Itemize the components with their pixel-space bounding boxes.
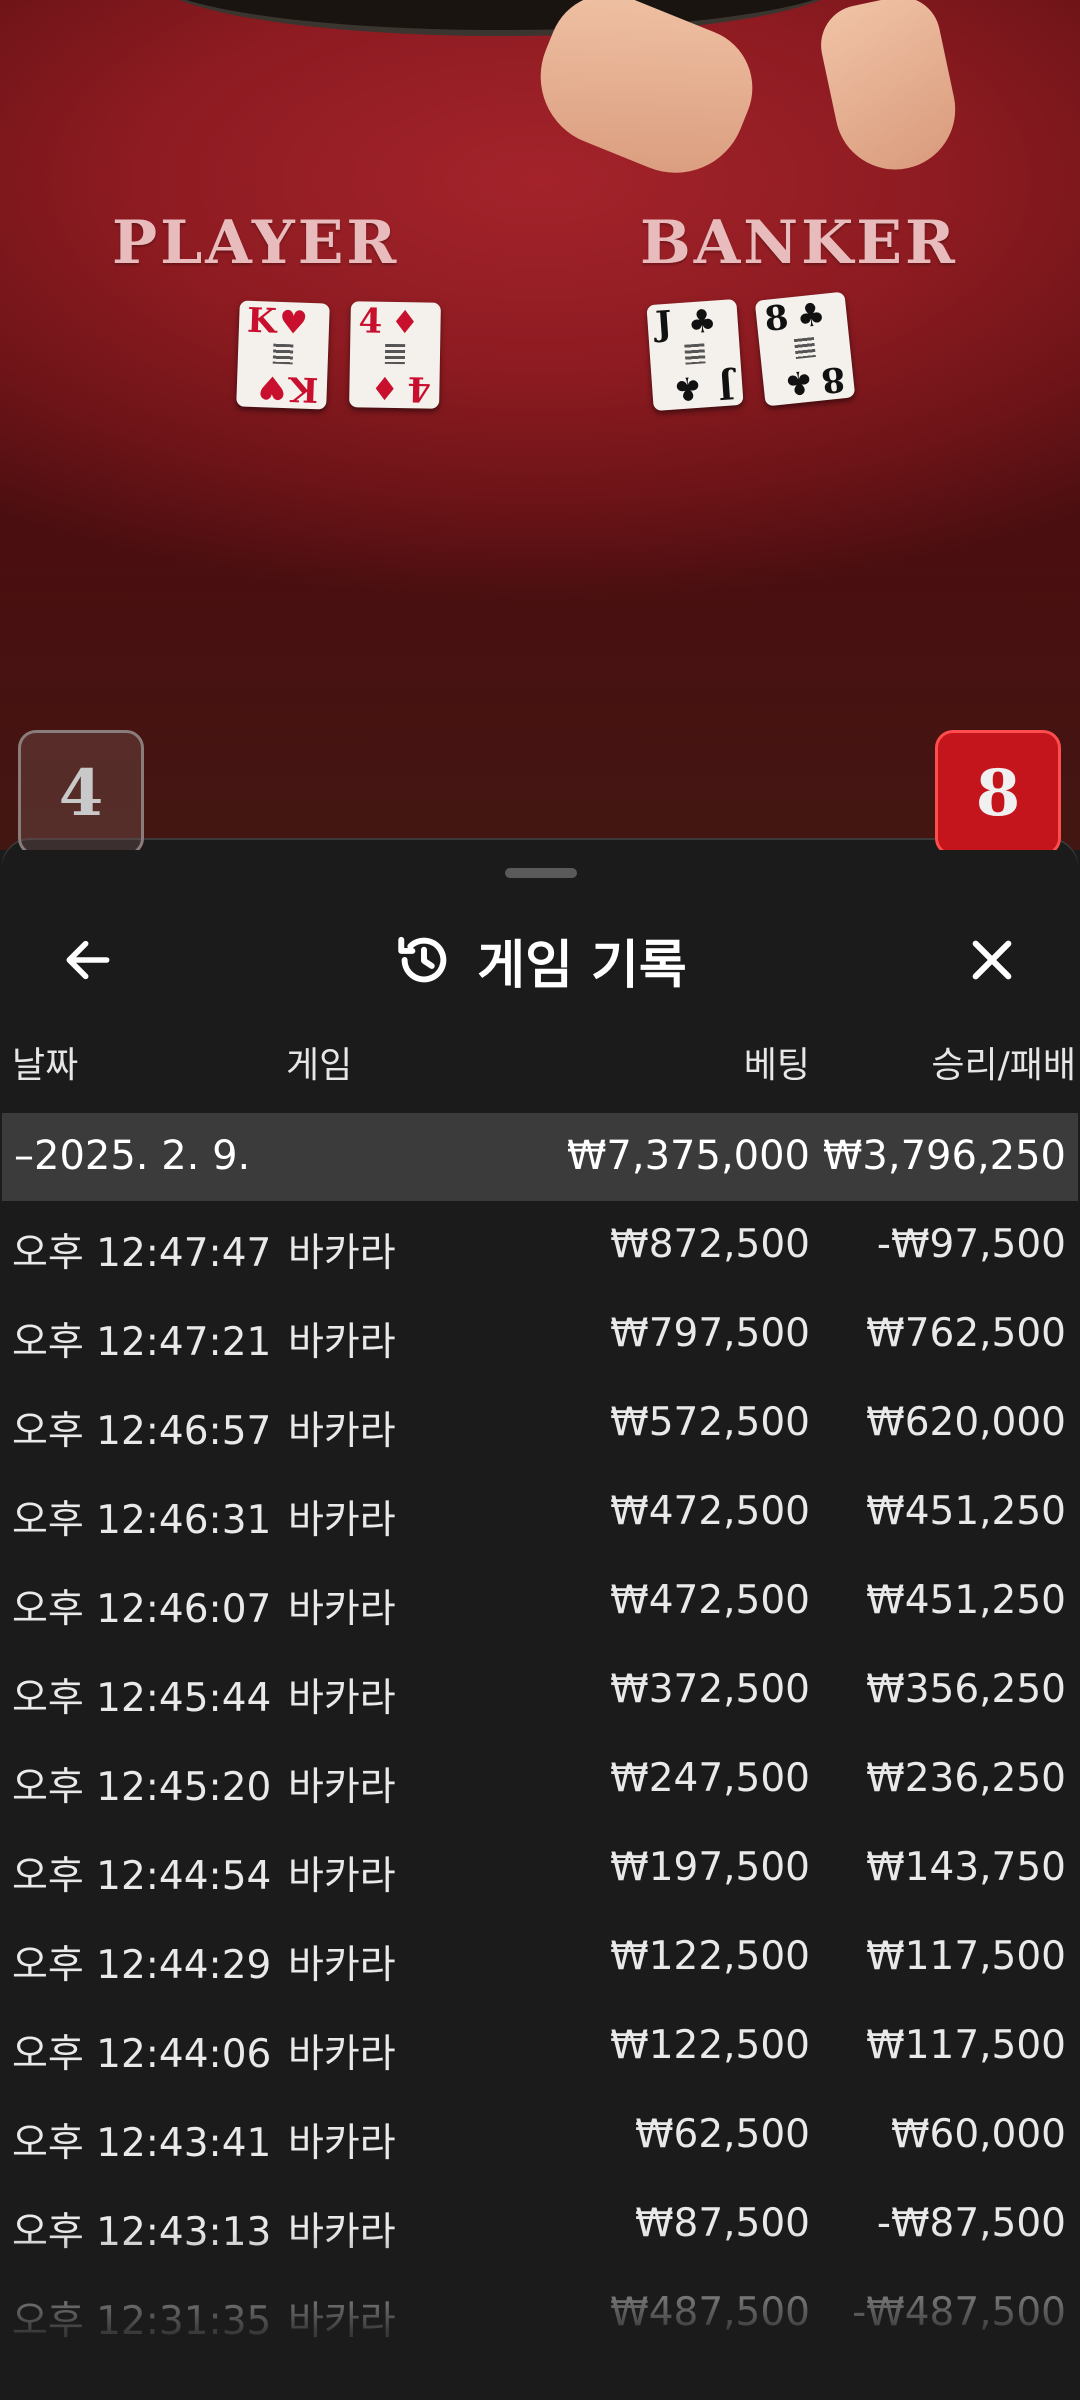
row-bet: ₩872,500 (610, 1222, 810, 1267)
row-time: 오후 12:44:54 (12, 1854, 272, 1899)
row-winloss: ₩236,250 (866, 1756, 1066, 1801)
row-winloss: -₩87,500 (876, 2201, 1066, 2246)
row-winloss: ₩117,500 (866, 2023, 1066, 2068)
row-winloss: ₩356,250 (866, 1667, 1066, 1712)
row-winloss: ₩762,500 (866, 1311, 1066, 1356)
row-game: 바카라 (288, 1320, 396, 1365)
history-row[interactable]: 오후 12:45:44 바카라 ₩372,500 ₩356,250 (2, 1647, 1078, 1736)
date-group-winloss-total: ₩3,796,250 (822, 1133, 1066, 1179)
row-winloss: -₩97,500 (876, 1222, 1066, 1267)
row-bet: ₩87,500 (634, 2201, 810, 2246)
history-row[interactable]: 오후 12:44:06 바카라 ₩122,500 ₩117,500 (2, 2003, 1078, 2092)
row-time: 오후 12:43:13 (12, 2210, 272, 2255)
banker-label: BANKER (640, 208, 958, 278)
row-game: 바카라 (288, 1943, 396, 1988)
column-bet: 베팅 (743, 1045, 810, 1086)
row-game: 바카라 (288, 1498, 396, 1543)
banker-card-1: J ♣ J ♣ (646, 298, 744, 412)
row-game: 바카라 (288, 1854, 396, 1899)
dealer-hand-left (519, 0, 771, 194)
row-game: 바카라 (288, 1676, 396, 1721)
sheet-title: 게임 기록 (477, 935, 687, 996)
history-row[interactable]: 오후 12:43:41 바카라 ₩62,500 ₩60,000 (2, 2092, 1078, 2181)
player-card-2: 4 ♦ 4 ♦ (349, 301, 441, 409)
history-row[interactable]: 오후 12:31:35 바카라 ₩487,500 -₩487,500 (2, 2270, 1078, 2359)
row-bet: ₩797,500 (610, 1311, 810, 1356)
row-bet: ₩122,500 (610, 2023, 810, 2068)
row-time: 오후 12:45:44 (12, 1676, 272, 1721)
close-icon (972, 940, 1012, 980)
history-row[interactable]: 오후 12:46:07 바카라 ₩472,500 ₩451,250 (2, 1558, 1078, 1647)
row-winloss: ₩451,250 (866, 1489, 1066, 1534)
date-group-label: –2025. 2. 9. (14, 1133, 251, 1179)
live-table-view: PLAYER BANKER K ♥ K ♥ 4 ♦ 4 ♦ J ♣ J ♣ 8 ♣ 8 ♣ 4 … (0, 0, 1080, 850)
row-time: 오후 12:46:57 (12, 1409, 272, 1454)
column-winloss: 승리/패배 (931, 1045, 1076, 1086)
row-game: 바카라 (288, 2121, 396, 2166)
player-score-badge: 4 (18, 730, 144, 850)
row-bet: ₩62,500 (634, 2112, 810, 2157)
banker-card-2: 8 ♣ 8 ♣ (754, 291, 856, 407)
history-row[interactable]: 오후 12:44:29 바카라 ₩122,500 ₩117,500 (2, 1914, 1078, 2003)
row-winloss: ₩60,000 (890, 2112, 1066, 2157)
row-bet: ₩487,500 (610, 2290, 810, 2335)
banker-score-badge: 8 (935, 730, 1061, 850)
row-time: 오후 12:46:31 (12, 1498, 272, 1543)
player-label: PLAYER (112, 208, 400, 278)
row-time: 오후 12:45:20 (12, 1765, 272, 1810)
date-group-bet-total: ₩7,375,000 (566, 1133, 810, 1179)
row-winloss: -₩487,500 (852, 2290, 1066, 2335)
row-winloss: ₩620,000 (866, 1400, 1066, 1445)
row-bet: ₩472,500 (610, 1578, 810, 1623)
column-game: 게임 (286, 1045, 353, 1086)
row-bet: ₩122,500 (610, 1934, 810, 1979)
row-game: 바카라 (288, 2299, 396, 2344)
player-card-1: K ♥ K ♥ (236, 300, 330, 410)
dealer-table-edge (150, 0, 850, 36)
row-game: 바카라 (288, 1765, 396, 1810)
column-date: 날짜 (12, 1045, 79, 1086)
row-game: 바카라 (288, 1231, 396, 1276)
close-button[interactable] (956, 924, 1028, 996)
row-time: 오후 12:47:21 (12, 1320, 272, 1365)
row-winloss: ₩117,500 (866, 1934, 1066, 1979)
row-bet: ₩572,500 (610, 1400, 810, 1445)
row-time: 오후 12:44:06 (12, 2032, 272, 2077)
row-game: 바카라 (288, 1409, 396, 1454)
row-game: 바카라 (288, 1587, 396, 1632)
row-time: 오후 12:47:47 (12, 1231, 272, 1276)
sheet-drag-handle[interactable] (505, 868, 577, 878)
row-bet: ₩372,500 (610, 1667, 810, 1712)
date-group-row[interactable]: –2025. 2. 9. ₩7,375,000 ₩3,796,250 (2, 1113, 1078, 1201)
row-bet: ₩197,500 (610, 1845, 810, 1890)
history-row[interactable]: 오후 12:43:13 바카라 ₩87,500 -₩87,500 (2, 2181, 1078, 2270)
row-bet: ₩247,500 (610, 1756, 810, 1801)
row-time: 오후 12:46:07 (12, 1587, 272, 1632)
history-row[interactable]: 오후 12:46:31 바카라 ₩472,500 ₩451,250 (2, 1469, 1078, 1558)
row-time: 오후 12:43:41 (12, 2121, 272, 2166)
dealer-hand-right (813, 0, 967, 181)
game-history-sheet: 게임 기록 날짜 게임 베팅 승리/패배 –2025. 2. 9. ₩7,375… (2, 840, 1078, 2400)
sheet-title-group: 게임 기록 (2, 924, 1078, 996)
row-game: 바카라 (288, 2210, 396, 2255)
sheet-header: 게임 기록 (2, 900, 1078, 1020)
row-winloss: ₩143,750 (866, 1845, 1066, 1890)
history-row[interactable]: 오후 12:47:21 바카라 ₩797,500 ₩762,500 (2, 1291, 1078, 1380)
history-row[interactable]: 오후 12:47:47 바카라 ₩872,500 -₩97,500 (2, 1202, 1078, 1291)
row-time: 오후 12:44:29 (12, 1943, 272, 1988)
history-row[interactable]: 오후 12:45:20 바카라 ₩247,500 ₩236,250 (2, 1736, 1078, 1825)
history-icon (398, 936, 447, 983)
row-winloss: ₩451,250 (866, 1578, 1066, 1623)
table-header: 날짜 게임 베팅 승리/패배 (2, 1036, 1078, 1086)
row-game: 바카라 (288, 2032, 396, 2077)
row-time: 오후 12:31:35 (12, 2299, 272, 2344)
history-row[interactable]: 오후 12:44:54 바카라 ₩197,500 ₩143,750 (2, 1825, 1078, 1914)
row-bet: ₩472,500 (610, 1489, 810, 1534)
history-row[interactable]: 오후 12:46:57 바카라 ₩572,500 ₩620,000 (2, 1380, 1078, 1469)
